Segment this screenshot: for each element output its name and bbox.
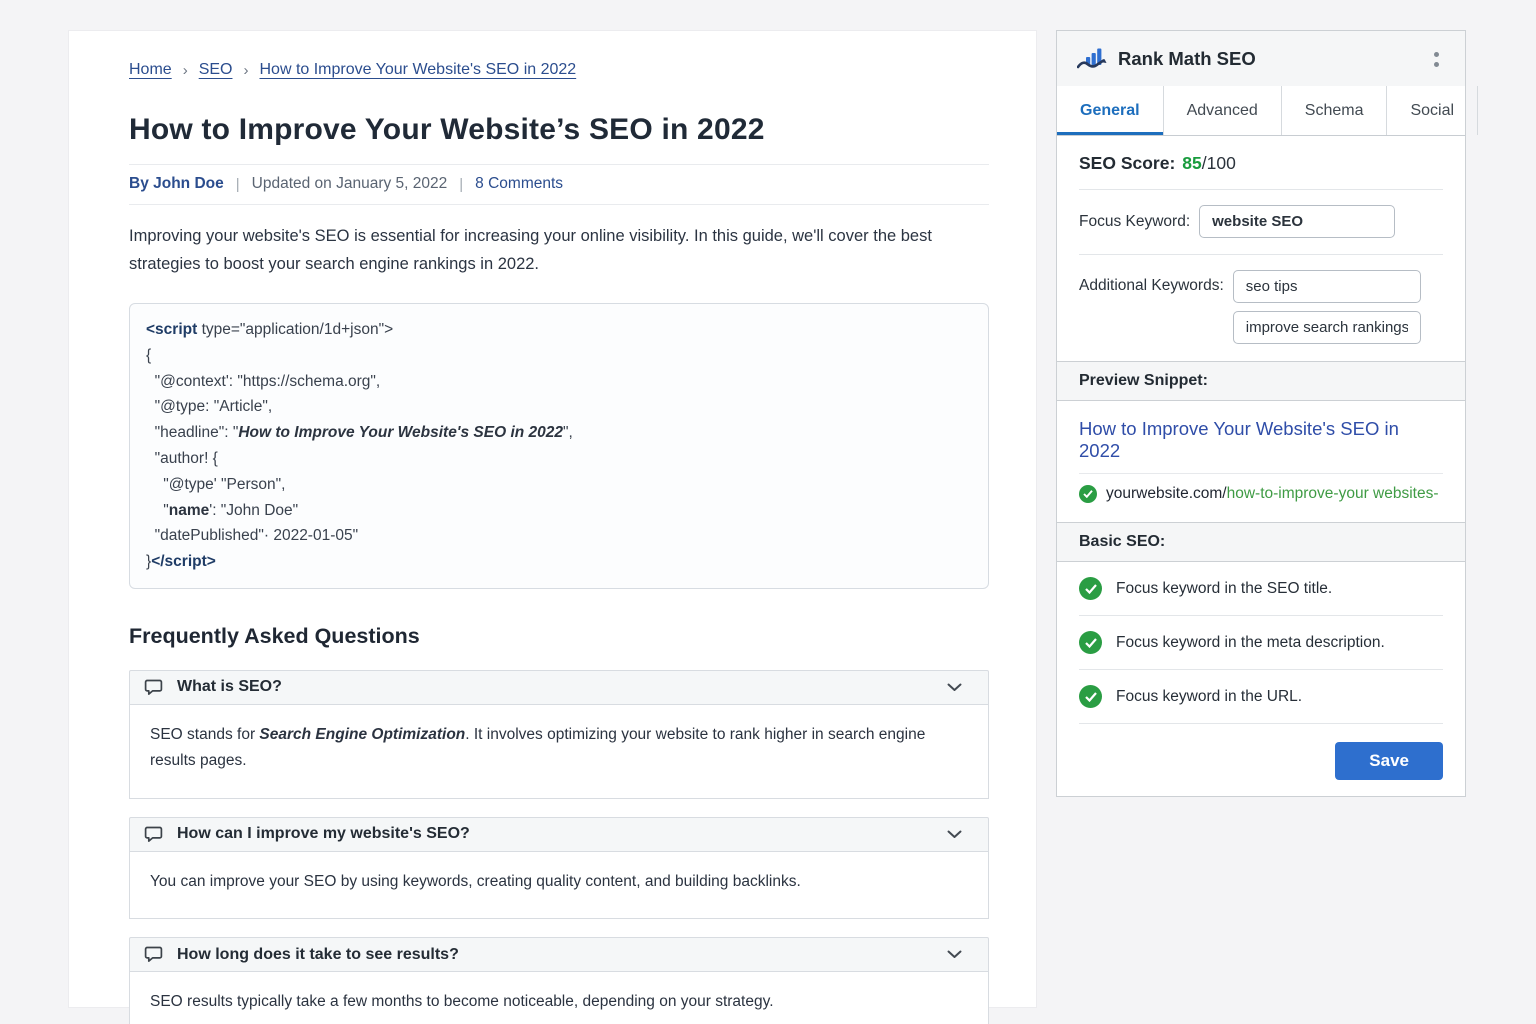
- chevron-down-icon[interactable]: [947, 830, 962, 839]
- basic-seo-check-row: Focus keyword in the SEO title.: [1079, 562, 1443, 616]
- tab-schema[interactable]: Schema: [1282, 86, 1388, 135]
- comment-bubble-icon: [144, 825, 164, 844]
- url-check-icon: [1079, 485, 1097, 503]
- faq-item: What is SEO? SEO stands for Search Engine…: [129, 670, 989, 799]
- breadcrumb-link-current[interactable]: How to Improve Your Website's SEO in 202…: [259, 61, 576, 79]
- breadcrumb: Home › SEO › How to Improve Your Website…: [129, 61, 989, 79]
- faq-question-header[interactable]: How long does it take to see results?: [129, 937, 989, 972]
- comment-bubble-icon: [144, 678, 164, 697]
- code-line: "@context': "https://schema.org",: [146, 369, 972, 395]
- comments-link[interactable]: 8 Comments: [475, 175, 563, 193]
- snippet-url-slug: how-to-improve-your websites-: [1227, 485, 1439, 502]
- seo-score-row: SEO Score: 85/100: [1079, 136, 1443, 190]
- faq-item: How long does it take to see results? SEO…: [129, 937, 989, 1024]
- chevron-down-icon[interactable]: [947, 683, 962, 692]
- snippet-url-domain: yourwebsite.com/: [1106, 485, 1227, 502]
- breadcrumb-link-seo[interactable]: SEO: [199, 61, 233, 79]
- breadcrumb-separator: ›: [243, 62, 248, 79]
- additional-keyword-input-1[interactable]: [1233, 270, 1421, 303]
- seo-score-value: 85: [1182, 153, 1201, 173]
- code-line: "author! {: [146, 446, 972, 472]
- additional-keyword-input-2[interactable]: [1233, 311, 1421, 344]
- page-title: How to Improve Your Website’s SEO in 202…: [129, 113, 989, 147]
- panel-title: Rank Math SEO: [1118, 48, 1256, 70]
- snippet-url-row: yourwebsite.com/how-to-improve-your webs…: [1079, 485, 1443, 503]
- breadcrumb-link-home[interactable]: Home: [129, 61, 172, 79]
- tab-general[interactable]: General: [1057, 86, 1164, 135]
- seo-score-total: /100: [1202, 153, 1236, 173]
- code-line: "@type' "Person",: [146, 472, 972, 498]
- rank-math-logo-icon: [1077, 47, 1107, 71]
- faq-heading: Frequently Asked Questions: [129, 624, 989, 649]
- faq-item: How can I improve my website's SEO? You c…: [129, 817, 989, 920]
- code-line: }</script>: [146, 549, 972, 575]
- kebab-menu-icon[interactable]: [1428, 49, 1445, 70]
- chevron-down-icon[interactable]: [947, 950, 962, 959]
- faq-question-text: What is SEO?: [177, 678, 282, 696]
- code-line: "@type: "Article",: [146, 394, 972, 420]
- faq-answer: You can improve your SEO by using keywor…: [129, 852, 989, 920]
- check-text: Focus keyword in the URL.: [1116, 688, 1302, 706]
- code-line: <script type="application/1d+json">: [146, 317, 972, 343]
- intro-paragraph: Improving your website's SEO is essentia…: [129, 222, 934, 278]
- seo-score-label: SEO Score:: [1079, 153, 1175, 173]
- updated-date: Updated on January 5, 2022: [252, 175, 448, 193]
- additional-keywords-label: Additional Keywords:: [1079, 277, 1224, 344]
- byline-separator: |: [459, 176, 463, 193]
- article-card: Home › SEO › How to Improve Your Website…: [68, 30, 1037, 1008]
- check-circle-icon: [1079, 577, 1102, 600]
- faq-question-text: How can I improve my website's SEO?: [177, 825, 470, 843]
- faq-question-header[interactable]: What is SEO?: [129, 670, 989, 705]
- snippet-title-link[interactable]: How to Improve Your Website's SEO in 202…: [1079, 418, 1443, 474]
- author-link[interactable]: By John Doe: [129, 175, 224, 193]
- schema-code-block: <script type="application/1d+json">{ "@c…: [129, 303, 989, 589]
- focus-keyword-label: Focus Keyword:: [1079, 213, 1190, 231]
- additional-keywords-row: Additional Keywords:: [1079, 255, 1443, 361]
- check-text: Focus keyword in the SEO title.: [1116, 580, 1332, 598]
- tab-advanced[interactable]: Advanced: [1164, 86, 1282, 135]
- panel-header: Rank Math SEO: [1057, 31, 1465, 86]
- faq-question-header[interactable]: How can I improve my website's SEO?: [129, 817, 989, 852]
- focus-keyword-row: Focus Keyword:: [1079, 190, 1443, 255]
- faq-answer: SEO results typically take a few months …: [129, 972, 989, 1024]
- save-row: Save: [1057, 724, 1465, 796]
- basic-seo-check-row: Focus keyword in the meta description.: [1079, 616, 1443, 670]
- tab-social[interactable]: Social: [1387, 86, 1478, 135]
- check-circle-icon: [1079, 631, 1102, 654]
- divider: [129, 204, 989, 205]
- faq-section: What is SEO? SEO stands for Search Engine…: [129, 670, 989, 1024]
- check-circle-icon: [1079, 685, 1102, 708]
- comment-bubble-icon: [144, 945, 164, 964]
- code-line: "datePublished"· 2022-01-05": [146, 523, 972, 549]
- preview-snippet-heading: Preview Snippet:: [1057, 361, 1465, 401]
- save-button[interactable]: Save: [1335, 742, 1443, 780]
- article-byline: By John Doe | Updated on January 5, 2022…: [129, 165, 989, 204]
- byline-separator: |: [236, 176, 240, 193]
- code-line: "name': "John Doe": [146, 498, 972, 524]
- preview-snippet: How to Improve Your Website's SEO in 202…: [1057, 401, 1465, 522]
- faq-answer: SEO stands for Search Engine Optimizatio…: [129, 705, 989, 799]
- code-line: "headline": "How to Improve Your Website…: [146, 420, 972, 446]
- basic-seo-heading: Basic SEO:: [1057, 522, 1465, 562]
- faq-question-text: How long does it take to see results?: [177, 946, 459, 964]
- breadcrumb-separator: ›: [183, 62, 188, 79]
- rank-math-panel: Rank Math SEO General Advanced Schema So…: [1056, 30, 1466, 797]
- check-text: Focus keyword in the meta description.: [1116, 634, 1385, 652]
- basic-seo-check-row: Focus keyword in the URL.: [1079, 670, 1443, 724]
- focus-keyword-input[interactable]: [1199, 205, 1395, 238]
- panel-tabs: General Advanced Schema Social: [1057, 86, 1465, 136]
- code-line: {: [146, 343, 972, 369]
